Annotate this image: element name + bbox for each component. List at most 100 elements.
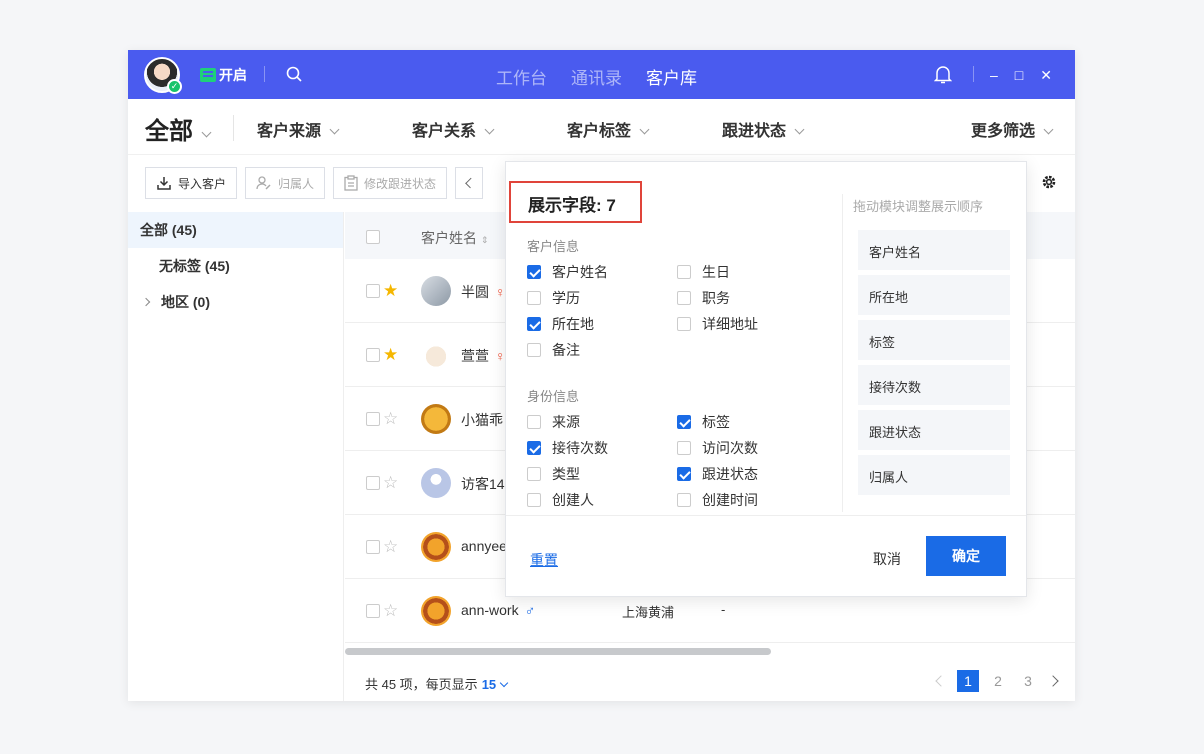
field-checkbox[interactable] bbox=[527, 265, 541, 279]
field-checkbox[interactable] bbox=[527, 415, 541, 429]
field-checkbox[interactable] bbox=[527, 343, 541, 357]
filter-relation[interactable]: 客户关系 bbox=[412, 117, 495, 141]
page-2-button[interactable]: 2 bbox=[987, 670, 1009, 692]
open-toggle[interactable]: 开启 bbox=[200, 65, 247, 85]
field-checkbox[interactable] bbox=[677, 415, 691, 429]
row-checkbox[interactable] bbox=[366, 348, 380, 362]
assign-owner-button[interactable]: 归属人 bbox=[245, 167, 326, 199]
customer-name[interactable]: annyee bbox=[461, 538, 507, 554]
order-block[interactable]: 归属人 bbox=[858, 455, 1010, 495]
star-filled-icon[interactable]: ★ bbox=[383, 345, 398, 365]
field-checkbox[interactable] bbox=[677, 265, 691, 279]
field-checkbox[interactable] bbox=[677, 493, 691, 507]
field-option[interactable]: 访问次数 bbox=[677, 438, 758, 458]
horizontal-scrollbar[interactable] bbox=[345, 648, 771, 655]
import-customers-button[interactable]: 导入客户 bbox=[145, 167, 238, 199]
filter-more[interactable]: 更多筛选 bbox=[971, 117, 1054, 141]
field-option[interactable]: 创建人 bbox=[527, 490, 594, 510]
search-icon[interactable] bbox=[286, 66, 302, 82]
star-outline-icon[interactable]: ☆ bbox=[383, 537, 398, 557]
field-option[interactable]: 接待次数 bbox=[527, 438, 608, 458]
row-checkbox[interactable] bbox=[366, 284, 380, 298]
customer-name[interactable]: 半圆 ♀ bbox=[461, 282, 506, 302]
cancel-button[interactable]: 取消 bbox=[873, 549, 901, 569]
row-checkbox[interactable] bbox=[366, 476, 380, 490]
field-option[interactable]: 跟进状态 bbox=[677, 464, 758, 484]
filter-source-label: 客户来源 bbox=[257, 123, 322, 140]
minimize-button[interactable]: – bbox=[990, 67, 998, 84]
tab-workbench[interactable]: 工作台 bbox=[496, 64, 547, 89]
field-checkbox[interactable] bbox=[527, 467, 541, 481]
field-option[interactable]: 详细地址 bbox=[677, 314, 758, 334]
prev-page-button[interactable] bbox=[935, 675, 947, 687]
order-block[interactable]: 标签 bbox=[858, 320, 1010, 360]
page-3-button[interactable]: 3 bbox=[1017, 670, 1039, 692]
customer-name[interactable]: ann-work ♂ bbox=[461, 602, 535, 618]
field-checkbox[interactable] bbox=[677, 441, 691, 455]
avatar bbox=[421, 276, 451, 306]
field-option[interactable]: 备注 bbox=[527, 340, 580, 360]
filter-tags[interactable]: 客户标签 bbox=[567, 117, 650, 141]
field-option[interactable]: 生日 bbox=[677, 262, 730, 282]
sidebar-item-untagged[interactable]: 无标签 (45) bbox=[128, 248, 343, 284]
order-block[interactable]: 客户姓名 bbox=[858, 230, 1010, 270]
total-text: 共 45 项，每页显示 bbox=[365, 677, 478, 692]
bell-icon[interactable] bbox=[934, 64, 952, 84]
sidebar-item-region[interactable]: 地区 (0) bbox=[128, 284, 343, 320]
close-button[interactable]: ✕ bbox=[1040, 67, 1052, 84]
filter-follow-status[interactable]: 跟进状态 bbox=[722, 117, 805, 141]
star-outline-icon[interactable]: ☆ bbox=[383, 601, 398, 621]
gear-icon[interactable] bbox=[1041, 174, 1057, 190]
confirm-button[interactable]: 确定 bbox=[926, 536, 1006, 576]
order-block[interactable]: 接待次数 bbox=[858, 365, 1010, 405]
tab-contacts[interactable]: 通讯录 bbox=[571, 64, 622, 89]
online-check-icon: ✓ bbox=[167, 79, 182, 94]
field-option[interactable]: 类型 bbox=[527, 464, 580, 484]
more-actions-button[interactable] bbox=[455, 167, 484, 199]
order-block[interactable]: 所在地 bbox=[858, 275, 1010, 315]
select-all-checkbox[interactable] bbox=[366, 230, 380, 244]
field-checkbox[interactable] bbox=[527, 291, 541, 305]
field-checkbox[interactable] bbox=[677, 291, 691, 305]
field-checkbox[interactable] bbox=[677, 317, 691, 331]
field-option[interactable]: 标签 bbox=[677, 412, 730, 432]
field-checkbox[interactable] bbox=[527, 493, 541, 507]
sidebar-item-label: 无标签 bbox=[159, 258, 201, 274]
row-checkbox[interactable] bbox=[366, 540, 380, 554]
field-option[interactable]: 学历 bbox=[527, 288, 580, 308]
change-follow-status-button[interactable]: 修改跟进状态 bbox=[333, 167, 448, 199]
page-size-select[interactable]: 15 bbox=[482, 677, 509, 692]
field-checkbox[interactable] bbox=[527, 317, 541, 331]
row-checkbox[interactable] bbox=[366, 604, 380, 618]
chevron-down-icon bbox=[201, 127, 212, 138]
filter-all[interactable]: 全部 bbox=[145, 111, 212, 146]
page-1-button[interactable]: 1 bbox=[957, 670, 979, 692]
customer-name[interactable]: 访客14 bbox=[461, 474, 505, 494]
maximize-button[interactable]: □ bbox=[1015, 67, 1023, 84]
field-option[interactable]: 来源 bbox=[527, 412, 580, 432]
display-fields-popup: 展示字段: 7 客户信息 客户姓名 生日 学历 职务 所在地 详细地址 备注 身… bbox=[505, 161, 1027, 597]
order-block[interactable]: 跟进状态 bbox=[858, 410, 1010, 450]
column-header-name[interactable]: 客户姓名 ⇕ bbox=[421, 228, 488, 248]
chat-flag-icon bbox=[200, 68, 216, 82]
male-icon: ♂ bbox=[524, 602, 536, 618]
reset-link[interactable]: 重置 bbox=[530, 550, 558, 570]
customer-name[interactable]: 萱萱 ♀ bbox=[461, 346, 506, 366]
filter-bar: 全部 客户来源 客户关系 客户标签 跟进状态 更多筛选 bbox=[128, 99, 1075, 155]
field-option[interactable]: 创建时间 bbox=[677, 490, 758, 510]
star-outline-icon[interactable]: ☆ bbox=[383, 409, 398, 429]
field-option[interactable]: 客户姓名 bbox=[527, 262, 608, 282]
field-checkbox[interactable] bbox=[677, 467, 691, 481]
user-avatar[interactable]: ✓ bbox=[144, 57, 182, 94]
filter-source[interactable]: 客户来源 bbox=[257, 117, 340, 141]
star-outline-icon[interactable]: ☆ bbox=[383, 473, 398, 493]
tab-customers[interactable]: 客户库 bbox=[646, 64, 697, 89]
row-checkbox[interactable] bbox=[366, 412, 380, 426]
field-option[interactable]: 所在地 bbox=[527, 314, 594, 334]
sidebar-item-all[interactable]: 全部 (45) bbox=[128, 212, 343, 248]
field-option[interactable]: 职务 bbox=[677, 288, 730, 308]
next-page-button[interactable] bbox=[1047, 675, 1059, 687]
field-checkbox[interactable] bbox=[527, 441, 541, 455]
customer-name[interactable]: 小猫乖 bbox=[461, 410, 503, 430]
star-filled-icon[interactable]: ★ bbox=[383, 281, 398, 301]
